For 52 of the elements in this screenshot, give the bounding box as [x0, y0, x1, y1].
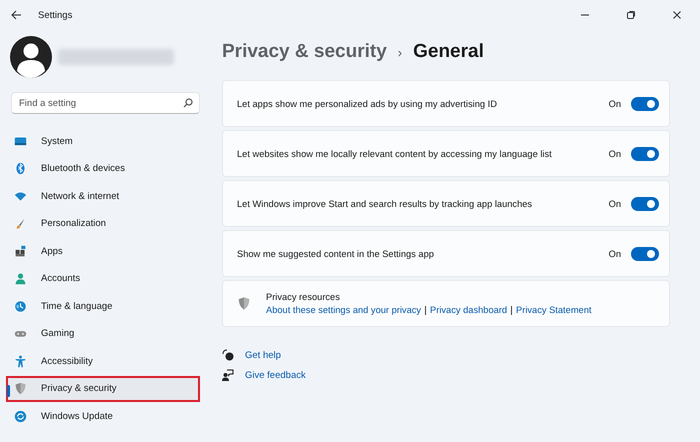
privacy-link[interactable]: About these settings and your privacy — [266, 305, 422, 315]
nav-icon — [14, 162, 27, 176]
nav-icon — [14, 244, 27, 258]
nav-icon — [14, 300, 27, 313]
toggle-switch[interactable] — [631, 146, 659, 160]
toggle-switch[interactable] — [631, 196, 659, 210]
resources-title: Privacy resources — [266, 292, 341, 302]
toggle-state: On — [608, 98, 621, 108]
nav-item[interactable]: Accounts — [6, 266, 200, 292]
privacy-link[interactable]: Privacy dashboard — [430, 305, 508, 315]
back-icon[interactable] — [10, 9, 22, 21]
setting-label: Let apps show me personalized ads by using my advertising ID — [237, 98, 498, 108]
privacy-link[interactable]: Privacy Statement — [516, 305, 592, 315]
nav-item[interactable]: Bluetooth & devices — [6, 156, 200, 182]
restore-icon[interactable] — [626, 10, 636, 20]
help-link[interactable]: Give feedback — [245, 370, 306, 380]
nav-icon — [14, 217, 27, 230]
toggle-state: On — [608, 248, 621, 258]
page-title: General — [413, 41, 484, 63]
breadcrumb-separator: › — [398, 44, 402, 60]
nav-icon — [14, 410, 27, 423]
nav-item[interactable]: Privacy & security — [6, 376, 200, 402]
nav-icon — [14, 134, 27, 148]
toggle-switch[interactable] — [631, 246, 659, 260]
breadcrumb-parent[interactable]: Privacy & security — [222, 41, 387, 63]
selection-indicator — [7, 384, 10, 396]
help-link[interactable]: Get help — [245, 350, 281, 360]
toggle-state: On — [608, 198, 621, 208]
avatar-icon — [10, 36, 52, 78]
nav-item[interactable]: Windows Update — [6, 403, 200, 430]
nav-item[interactable]: Personalization — [6, 210, 200, 237]
nav-item[interactable]: Gaming — [6, 320, 200, 347]
search-field[interactable]: Find a setting — [11, 92, 200, 114]
nav-icon — [14, 272, 27, 286]
shield-icon — [237, 296, 251, 311]
setting-label: Show me suggested content in the Settings app — [237, 248, 435, 258]
toggle-switch[interactable] — [631, 96, 659, 110]
setting-label: Let websites show me locally relevant content by accessing my language list — [237, 148, 553, 158]
nav-item[interactable]: Network & internet — [6, 183, 200, 210]
close-icon[interactable] — [672, 10, 682, 20]
nav-icon — [14, 190, 27, 203]
toggle-state: On — [608, 148, 621, 158]
feedback-icon — [222, 369, 234, 381]
nav-item[interactable]: Apps — [6, 238, 200, 264]
nav-icon — [14, 354, 27, 368]
window-title: Settings — [38, 10, 72, 20]
nav-item[interactable]: System — [6, 128, 200, 154]
nav-icon — [14, 382, 27, 396]
nav-item[interactable]: Time & language — [6, 293, 200, 320]
setting-label: Let Windows improve Start and search results by tracking app launches — [237, 198, 534, 208]
nav-item[interactable]: Accessibility — [6, 348, 200, 374]
search-icon — [183, 98, 193, 108]
